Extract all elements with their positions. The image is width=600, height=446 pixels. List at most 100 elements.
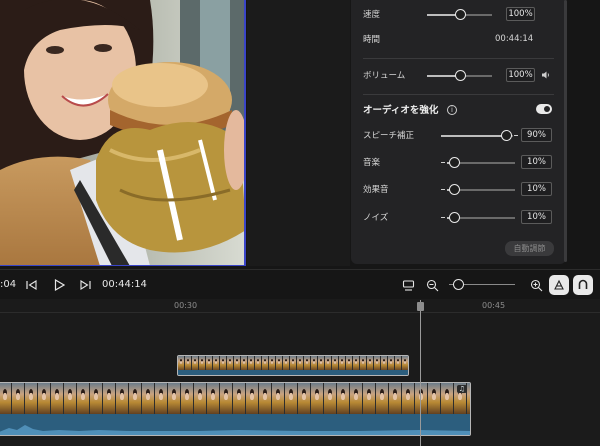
thumbnail-frame bbox=[283, 356, 290, 371]
skip-forward-icon[interactable] bbox=[77, 277, 93, 293]
current-timecode: 00:44:14 bbox=[102, 279, 147, 290]
duration-label: 時間 bbox=[363, 35, 381, 45]
thumbnail-frame bbox=[233, 383, 246, 415]
thumbnail-frame bbox=[192, 356, 199, 371]
empty-workspace bbox=[247, 0, 350, 266]
zoom-in-icon[interactable] bbox=[528, 277, 544, 293]
waveform-graphic bbox=[0, 425, 470, 435]
thumbnail-frame bbox=[255, 356, 262, 371]
audio-properties-panel: 速度 100% 時間 00:44:14 ボリューム 100% オーディオを強化 … bbox=[351, 0, 566, 264]
speaker-icon[interactable] bbox=[541, 70, 551, 80]
thumbnail-frame bbox=[389, 383, 402, 415]
thumbnail-frame bbox=[181, 383, 194, 415]
thumbnail-frame bbox=[332, 356, 339, 371]
magnet-icon bbox=[578, 279, 588, 289]
timeline[interactable]: 00:30 00:45 ♫ bbox=[0, 299, 600, 446]
main-video-clip[interactable]: ♫ bbox=[0, 382, 471, 436]
thumbnail-frame bbox=[178, 356, 185, 371]
info-icon[interactable]: i bbox=[447, 105, 457, 115]
speech-value[interactable]: 90% bbox=[521, 128, 552, 142]
thumbnail-frame bbox=[269, 356, 276, 371]
thumbnail-frame bbox=[353, 356, 360, 371]
thumbnail-frame bbox=[402, 383, 415, 415]
clip-thumbnails bbox=[0, 383, 470, 415]
thumbnail-frame bbox=[248, 356, 255, 371]
skip-back-icon[interactable] bbox=[24, 277, 40, 293]
speed-value[interactable]: 100% bbox=[506, 7, 535, 21]
zoom-out-icon[interactable] bbox=[424, 277, 440, 293]
ruler-label-0045: 00:45 bbox=[482, 301, 506, 310]
sfx-label: 効果音 bbox=[363, 185, 389, 195]
noise-value[interactable]: 10% bbox=[521, 210, 552, 224]
thumbnail-frame bbox=[376, 383, 389, 415]
auto-adjust-button[interactable]: 自動調節 bbox=[505, 241, 554, 256]
speech-slider[interactable] bbox=[441, 130, 513, 141]
thumbnail-frame bbox=[51, 383, 64, 415]
clip-audio-badge: ♫ bbox=[456, 385, 467, 393]
speed-slider[interactable] bbox=[427, 9, 492, 20]
volume-label: ボリューム bbox=[363, 71, 406, 81]
noise-slider[interactable] bbox=[447, 212, 515, 223]
thumbnail-frame bbox=[185, 356, 192, 371]
volume-slider-thumb[interactable] bbox=[454, 70, 466, 81]
music-slider[interactable] bbox=[447, 157, 515, 168]
speech-slider-thumb[interactable] bbox=[500, 130, 512, 141]
magnet-button[interactable] bbox=[573, 275, 593, 295]
thumbnail-frame bbox=[304, 356, 311, 371]
thumbnail-frame bbox=[206, 356, 213, 371]
thumbnail-frame bbox=[199, 356, 206, 371]
music-slider-thumb[interactable] bbox=[448, 157, 460, 168]
thumbnail-frame bbox=[38, 383, 51, 415]
volume-slider[interactable] bbox=[427, 70, 492, 81]
thumbnail-frame bbox=[337, 383, 350, 415]
duration-value: 00:44:14 bbox=[495, 34, 534, 44]
enhance-audio-toggle[interactable] bbox=[536, 104, 552, 114]
thumbnail-frame bbox=[103, 383, 116, 415]
thumbnail-frame bbox=[262, 356, 269, 371]
thumbnail-frame bbox=[350, 383, 363, 415]
thumbnail-frame bbox=[324, 383, 337, 415]
playhead-line[interactable] bbox=[420, 300, 421, 446]
thumbnail-frame bbox=[388, 356, 395, 371]
thumbnail-frame bbox=[129, 383, 142, 415]
speed-slider-thumb[interactable] bbox=[454, 9, 466, 20]
thumbnail-frame bbox=[367, 356, 374, 371]
thumbnail-frame bbox=[77, 383, 90, 415]
time-ruler[interactable]: 00:30 00:45 bbox=[0, 299, 600, 313]
sfx-value[interactable]: 10% bbox=[521, 182, 552, 196]
play-icon[interactable] bbox=[51, 277, 67, 293]
thumbnail-frame bbox=[272, 383, 285, 415]
zoom-slider-thumb[interactable] bbox=[453, 279, 464, 290]
sfx-slider-thumb[interactable] bbox=[448, 184, 460, 195]
music-slider-start bbox=[441, 162, 445, 163]
thumbnail-frame bbox=[467, 383, 470, 415]
left-timecode: :04 bbox=[0, 279, 17, 290]
thumbnail-frame bbox=[0, 383, 12, 415]
volume-value[interactable]: 100% bbox=[506, 68, 535, 82]
zoom-slider-track[interactable] bbox=[449, 279, 515, 290]
panel-scrollbar[interactable] bbox=[564, 0, 567, 262]
playhead-handle[interactable] bbox=[417, 302, 424, 311]
thumbnail-frame bbox=[363, 383, 376, 415]
noise-slider-thumb[interactable] bbox=[448, 212, 460, 223]
music-label: 音楽 bbox=[363, 158, 381, 168]
thumbnail-frame bbox=[213, 356, 220, 371]
thumbnail-frame bbox=[276, 356, 283, 371]
overlay-video-clip[interactable] bbox=[177, 355, 409, 376]
thumbnail-frame bbox=[290, 356, 297, 371]
sfx-slider[interactable] bbox=[447, 184, 515, 195]
music-value[interactable]: 10% bbox=[521, 155, 552, 169]
fit-icon[interactable] bbox=[400, 277, 416, 293]
thumbnail-frame bbox=[381, 356, 388, 371]
thumbnail-frame bbox=[311, 383, 324, 415]
video-preview[interactable] bbox=[0, 0, 246, 266]
enhance-audio-title: オーディオを強化 bbox=[363, 105, 439, 116]
thumbnail-frame bbox=[285, 383, 298, 415]
sfx-slider-start bbox=[441, 189, 445, 190]
clip-audio-strip bbox=[178, 370, 408, 375]
thumbnail-frame bbox=[259, 383, 272, 415]
snap-button[interactable] bbox=[549, 275, 569, 295]
thumbnail-frame bbox=[325, 356, 332, 371]
thumbnail-frame bbox=[64, 383, 77, 415]
thumbnail-frame bbox=[227, 356, 234, 371]
